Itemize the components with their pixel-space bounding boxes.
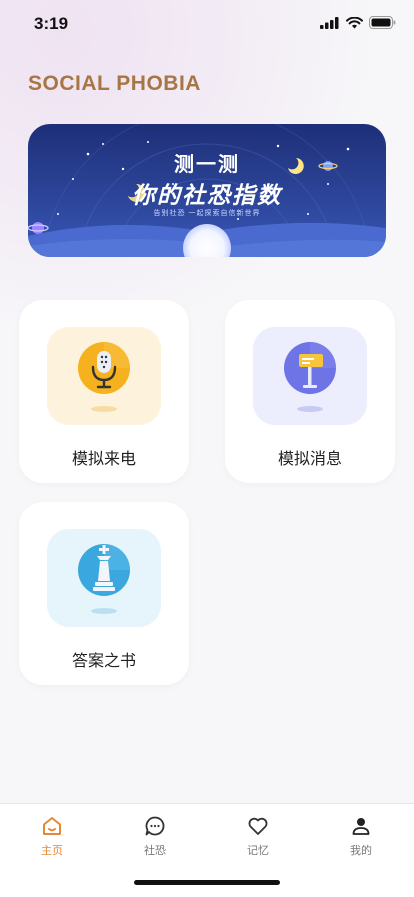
simulated-message-icon-box: [253, 327, 367, 425]
quiz-banner[interactable]: 测一测 你的社恐指数 告别社恐 一起探索自信新世界: [28, 124, 386, 257]
tab-memory[interactable]: 记忆: [218, 814, 298, 858]
simulated-call-card[interactable]: 模拟来电: [19, 300, 189, 483]
tab-social[interactable]: 社恐: [115, 814, 195, 858]
tab-social-label: 社恐: [144, 845, 166, 857]
microphone-icon: [78, 342, 130, 412]
home-icon: [43, 817, 61, 835]
status-time: 3:19: [34, 14, 69, 33]
home-indicator: [134, 880, 280, 885]
status-icons: [320, 16, 396, 29]
signpost-icon: [284, 342, 336, 412]
wifi-icon: [346, 16, 363, 28]
tab-mine[interactable]: 我的: [321, 814, 401, 858]
tab-home[interactable]: 主页: [12, 814, 92, 858]
simulated-call-label: 模拟来电: [71, 451, 136, 468]
banner-title-line2: 你的社恐指数: [132, 182, 282, 208]
banner-title-line1: 测一测: [174, 154, 240, 176]
chat-icon: [145, 816, 165, 836]
simulated-call-icon-box: [47, 327, 161, 425]
answer-book-label: 答案之书: [71, 653, 136, 670]
tab-home-label: 主页: [41, 845, 63, 857]
signal-icon: [320, 16, 339, 29]
user-icon: [352, 818, 370, 835]
battery-icon: [369, 16, 396, 29]
answer-book-icon-box: [47, 529, 161, 627]
tab-memory-label: 记忆: [247, 845, 269, 857]
status-bar: 3:19: [0, 0, 414, 48]
simulated-message-label: 模拟消息: [277, 451, 342, 468]
tab-mine-label: 我的: [350, 845, 372, 857]
answer-book-card[interactable]: 答案之书: [19, 502, 189, 685]
app-title: SOCIAL PHOBIA: [28, 72, 201, 95]
heart-icon: [248, 817, 268, 835]
simulated-message-card[interactable]: 模拟消息: [225, 300, 395, 483]
banner-subtitle: 告别社恐 一起探索自信新世界: [153, 210, 261, 217]
chess-king-icon: [78, 544, 130, 614]
